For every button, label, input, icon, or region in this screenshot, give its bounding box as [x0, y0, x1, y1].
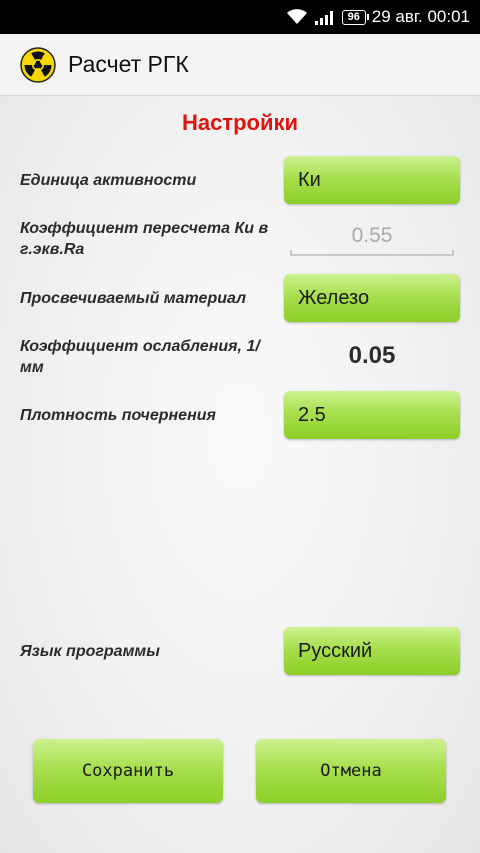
action-bar: Расчет РГК — [0, 34, 480, 96]
app-title: Расчет РГК — [68, 51, 189, 77]
activity-unit-select[interactable]: Ки — [284, 156, 460, 204]
battery-icon: 96 — [341, 9, 369, 25]
wifi-icon — [286, 9, 308, 25]
radiation-icon — [20, 46, 56, 83]
signal-icon — [314, 9, 336, 25]
material-label: Просвечиваемый материал — [20, 290, 247, 307]
language-select[interactable]: Русский — [284, 627, 460, 675]
density-label: Плотность почернения — [20, 407, 216, 424]
activity-unit-label: Единица активности — [20, 172, 197, 189]
status-bar: 96 29 авг. 00:01 — [0, 0, 480, 34]
material-select[interactable]: Железо — [284, 274, 460, 322]
attenuation-value: 0.05 — [348, 342, 396, 369]
conversion-factor-label: Коэффициент пересчета Ки в г.экв.Ra — [20, 220, 269, 258]
status-datetime: 29 авг. 00:01 — [371, 7, 470, 26]
save-button[interactable]: Сохранить — [33, 739, 223, 803]
language-label: Язык программы — [20, 643, 160, 660]
density-field[interactable]: 2.5 — [284, 391, 460, 439]
attenuation-label: Коэффициент ослабления, 1/мм — [20, 338, 260, 376]
page-title: Настройки — [181, 110, 299, 135]
cancel-button[interactable]: Отмена — [256, 739, 446, 803]
settings-screen: Настройки Единица активности Ки Коэффици… — [0, 96, 480, 853]
conversion-factor-field[interactable]: 0.55 — [290, 218, 454, 256]
